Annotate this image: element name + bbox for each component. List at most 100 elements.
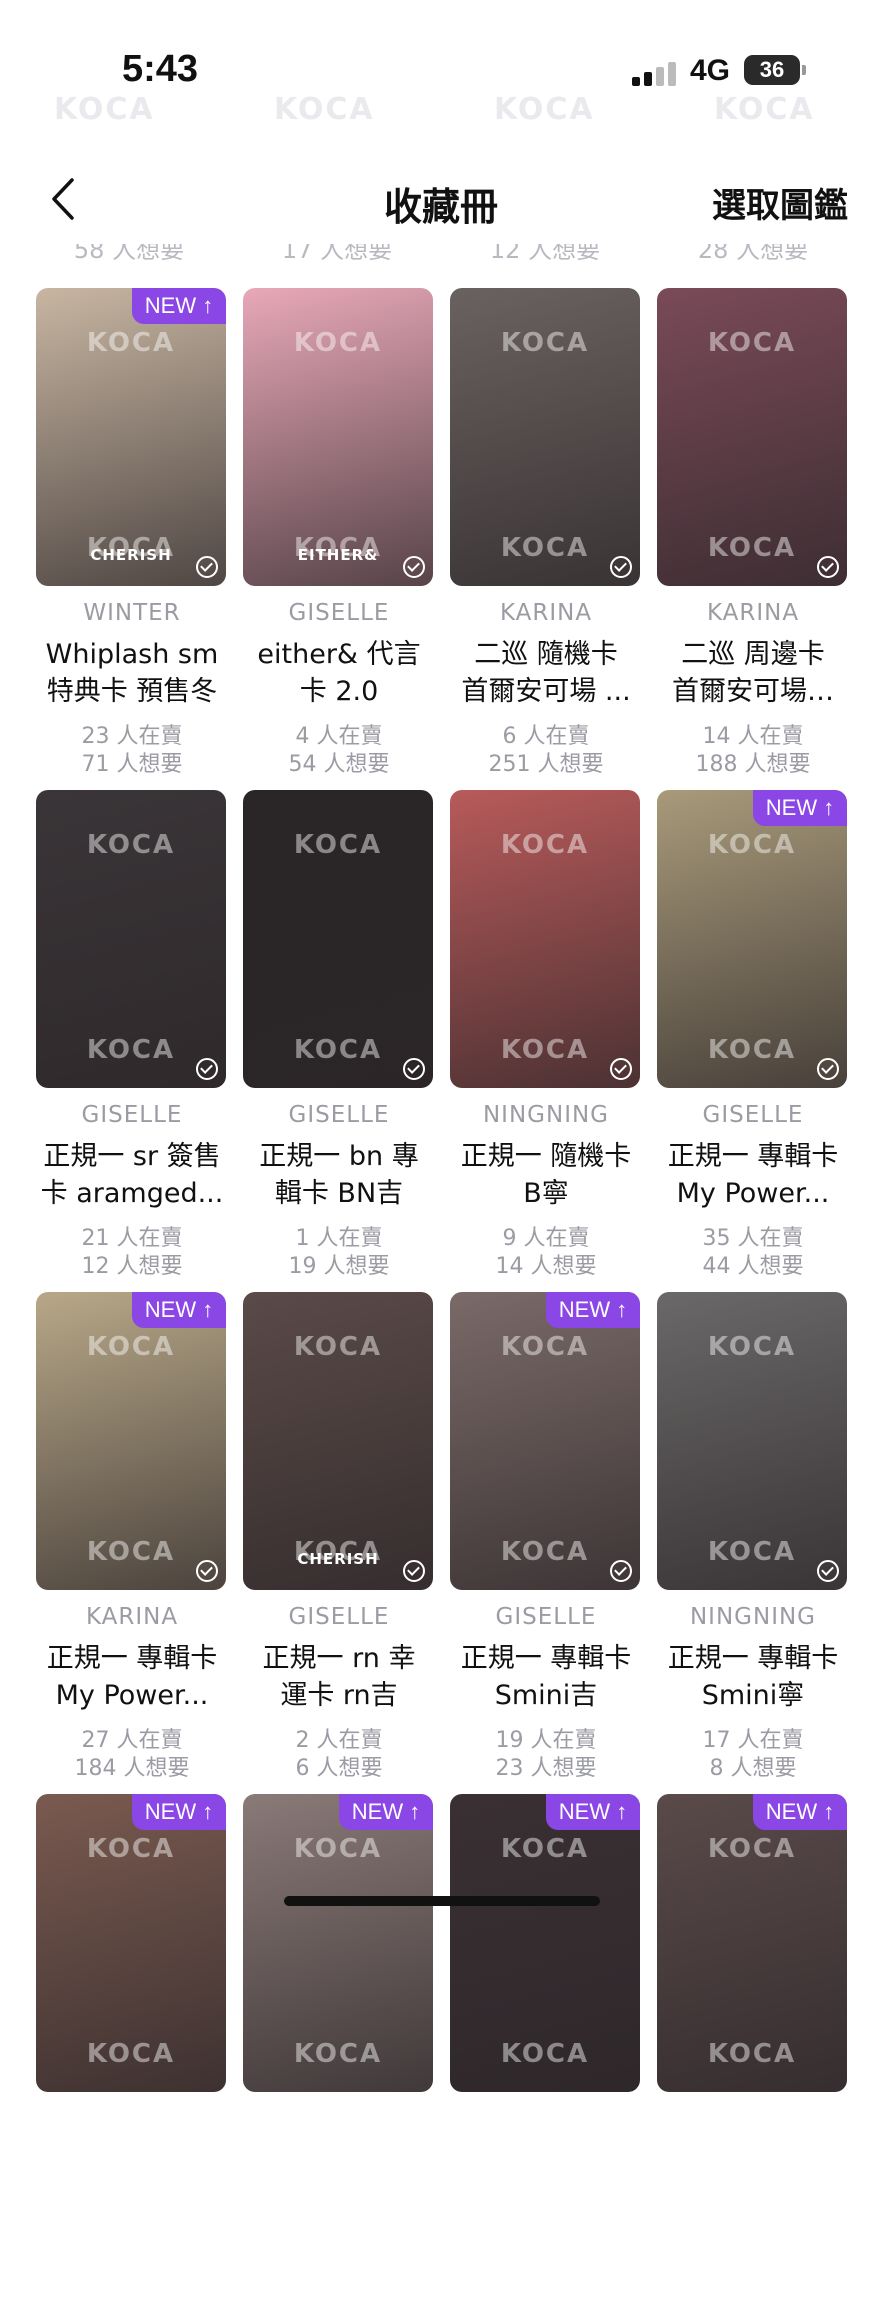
watermark-text: KOCA — [707, 830, 797, 860]
new-badge: NEW ↑ — [753, 790, 847, 826]
photocard-image[interactable]: KOCA KOCA NEW ↑ — [243, 1794, 433, 2092]
photocard-image[interactable]: KOCA KOCA CHERISH NEW ↑ — [36, 288, 226, 586]
photocard-item[interactable]: KOCA KOCA NEW ↑ — [243, 1794, 435, 2314]
photocard-item[interactable]: KOCA KOCA CHERISH GISELLE 正規一 rn 幸 運卡 rn吉 2 人… — [243, 1292, 435, 1812]
artist-name: GISELLE — [81, 1102, 183, 1128]
card-title: Whiplash sm 特典卡 預售冬 — [45, 639, 219, 707]
watermark-text: KOCA — [293, 830, 383, 860]
photocard-image[interactable]: KOCA KOCA NEW ↑ — [450, 1292, 640, 1590]
photocard-image[interactable]: KOCA KOCA NEW ↑ — [450, 1794, 640, 2092]
wanting-count: 184 人想要 — [74, 1756, 190, 1781]
new-badge: NEW ↑ — [546, 1292, 640, 1328]
watermark-text: KOCA — [500, 328, 590, 358]
card-title: 正規一 專輯卡 Smini寧 — [667, 1643, 839, 1711]
watermark-text: KOCA — [707, 1537, 797, 1567]
wanting-count: 8 人想要 — [709, 1756, 797, 1781]
select-check-icon[interactable] — [817, 1058, 839, 1080]
artist-name: GISELLE — [288, 1604, 390, 1630]
watermark-text: KOCA — [707, 1035, 797, 1065]
artist-name: WINTER — [83, 600, 181, 626]
watermark-text: KOCA — [500, 1834, 590, 1864]
card-title: 正規一 專輯卡 My Power... — [46, 1643, 218, 1711]
watermark-text: KOCA — [293, 328, 383, 358]
watermark-text: KOCA — [707, 328, 797, 358]
network-type: 4G — [690, 54, 731, 87]
photocard-image[interactable]: KOCA KOCA NEW ↑ — [657, 790, 847, 1088]
select-check-icon[interactable] — [817, 1560, 839, 1582]
watermark-text: KOCA — [707, 533, 797, 563]
card-title: 正規一 bn 專 輯卡 BN吉 — [259, 1141, 419, 1209]
photocard-image[interactable]: KOCA KOCA — [36, 790, 226, 1088]
photocard-item[interactable]: KOCA KOCA GISELLE 正規一 sr 簽售 卡 aramged... 21 … — [36, 790, 228, 1310]
watermark-text: KOCA — [707, 1834, 797, 1864]
watermark-text: KOCA — [293, 1332, 383, 1362]
artist-name: KARINA — [499, 600, 593, 626]
select-check-icon[interactable] — [610, 556, 632, 578]
photocard-image[interactable]: KOCA KOCA — [657, 288, 847, 586]
photocard-image[interactable]: KOCA KOCA — [657, 1292, 847, 1590]
card-title: 正規一 sr 簽售 卡 aramged... — [40, 1141, 224, 1209]
photocard-image[interactable]: KOCA KOCA NEW ↑ — [36, 1794, 226, 2092]
photocard-item[interactable]: KOCA KOCA NINGNING 正規一 專輯卡 Smini寧 17 人在賣 8 人想… — [657, 1292, 849, 1812]
photocard-image[interactable]: KOCA KOCA — [450, 288, 640, 586]
new-badge: NEW ↑ — [546, 1794, 640, 1830]
artist-name: GISELLE — [288, 1102, 390, 1128]
photocard-item[interactable]: KOCA KOCA NINGNING 正規一 隨機卡 B寧 9 人在賣 14 人想要 — [450, 790, 642, 1310]
status-time: 5:43 — [122, 48, 199, 90]
wanting-count: 14 人想要 — [495, 1254, 597, 1279]
artist-name: KARINA — [706, 600, 800, 626]
photocard-image[interactable]: KOCA KOCA NEW ↑ — [657, 1794, 847, 2092]
artist-name: KARINA — [85, 1604, 179, 1630]
select-check-icon[interactable] — [610, 1560, 632, 1582]
watermark-text: KOCA — [293, 1035, 383, 1065]
home-indicator — [284, 1896, 600, 1906]
photocard-item[interactable]: KOCA KOCA KARINA 二巡 周邊卡 首爾安可場… 14 人在賣 188 人想要 — [657, 288, 849, 808]
photocard-item[interactable]: KOCA KOCA NEW ↑ GISELLE 正規一 專輯卡 Smini吉 19 人在賣… — [450, 1292, 642, 1812]
photocard-item[interactable]: KOCA KOCA NEW ↑ KARINA 正規一 專輯卡 My Power... 27… — [36, 1292, 228, 1812]
photocard-image[interactable]: KOCA KOCA CHERISH — [243, 1292, 433, 1590]
new-badge: NEW ↑ — [132, 1794, 226, 1830]
select-check-icon[interactable] — [610, 1058, 632, 1080]
artist-name: NINGNING — [689, 1604, 817, 1630]
photocard-image[interactable]: KOCA KOCA NEW ↑ — [36, 1292, 226, 1590]
photocard-item[interactable]: KOCA KOCA NEW ↑ — [450, 1794, 642, 2314]
new-badge: NEW ↑ — [339, 1794, 433, 1830]
photocard-item[interactable]: KOCA KOCA NEW ↑ — [36, 1794, 228, 2314]
select-check-icon[interactable] — [196, 1058, 218, 1080]
photocard-image[interactable]: KOCA KOCA EITHER& — [243, 288, 433, 586]
new-badge: NEW ↑ — [132, 1292, 226, 1328]
watermark-text: KOCA — [86, 328, 176, 358]
card-title: 二巡 周邊卡 首爾安可場… — [672, 639, 834, 707]
status-bar: 5:43 4G 36 KOCA KOCA KOCA KOCA — [0, 0, 882, 140]
photocard-item[interactable]: KOCA KOCA EITHER& GISELLE either& 代言 卡 2.0 4 … — [243, 288, 435, 808]
select-check-icon[interactable] — [817, 556, 839, 578]
photocard-item[interactable]: KOCA KOCA NEW ↑ GISELLE 正規一 專輯卡 My Power... 3… — [657, 790, 849, 1310]
wanting-count: 12 人想要 — [81, 1254, 183, 1279]
watermark-text: KOCA — [500, 1332, 590, 1362]
photocard-item[interactable]: KOCA KOCA GISELLE 正規一 bn 專 輯卡 BN吉 1 人在賣 19 人想… — [243, 790, 435, 1310]
select-check-icon[interactable] — [403, 556, 425, 578]
select-check-icon[interactable] — [196, 1560, 218, 1582]
wanting-count: 251 人想要 — [488, 752, 604, 777]
artist-name: GISELLE — [702, 1102, 804, 1128]
photocard-item[interactable]: KOCA KOCA KARINA 二巡 隨機卡 首爾安可場 ... 6 人在賣 251 人… — [450, 288, 642, 808]
watermark-text: KOCA — [293, 1834, 383, 1864]
select-check-icon[interactable] — [403, 1058, 425, 1080]
select-collection-button[interactable]: 選取圖鑑 — [712, 178, 848, 227]
wanting-count: 71 人想要 — [81, 752, 183, 777]
select-check-icon[interactable] — [403, 1560, 425, 1582]
watermark-text: KOCA — [500, 1035, 590, 1065]
photocard-item[interactable]: KOCA KOCA CHERISH NEW ↑ WINTER Whiplash sm 特典… — [36, 288, 228, 808]
signal-icon — [632, 62, 676, 86]
watermark-text: KOCA — [500, 830, 590, 860]
watermark-text: KOCA — [293, 2039, 383, 2069]
photocard-image[interactable]: KOCA KOCA — [243, 790, 433, 1088]
new-badge: NEW ↑ — [753, 1794, 847, 1830]
wanting-count: 44 人想要 — [702, 1254, 804, 1279]
wanting-count: 188 人想要 — [695, 752, 811, 777]
watermark-text: KOCA — [86, 1035, 176, 1065]
battery-icon: 36 — [744, 55, 806, 85]
select-check-icon[interactable] — [196, 556, 218, 578]
photocard-item[interactable]: KOCA KOCA NEW ↑ — [657, 1794, 849, 2314]
photocard-image[interactable]: KOCA KOCA — [450, 790, 640, 1088]
